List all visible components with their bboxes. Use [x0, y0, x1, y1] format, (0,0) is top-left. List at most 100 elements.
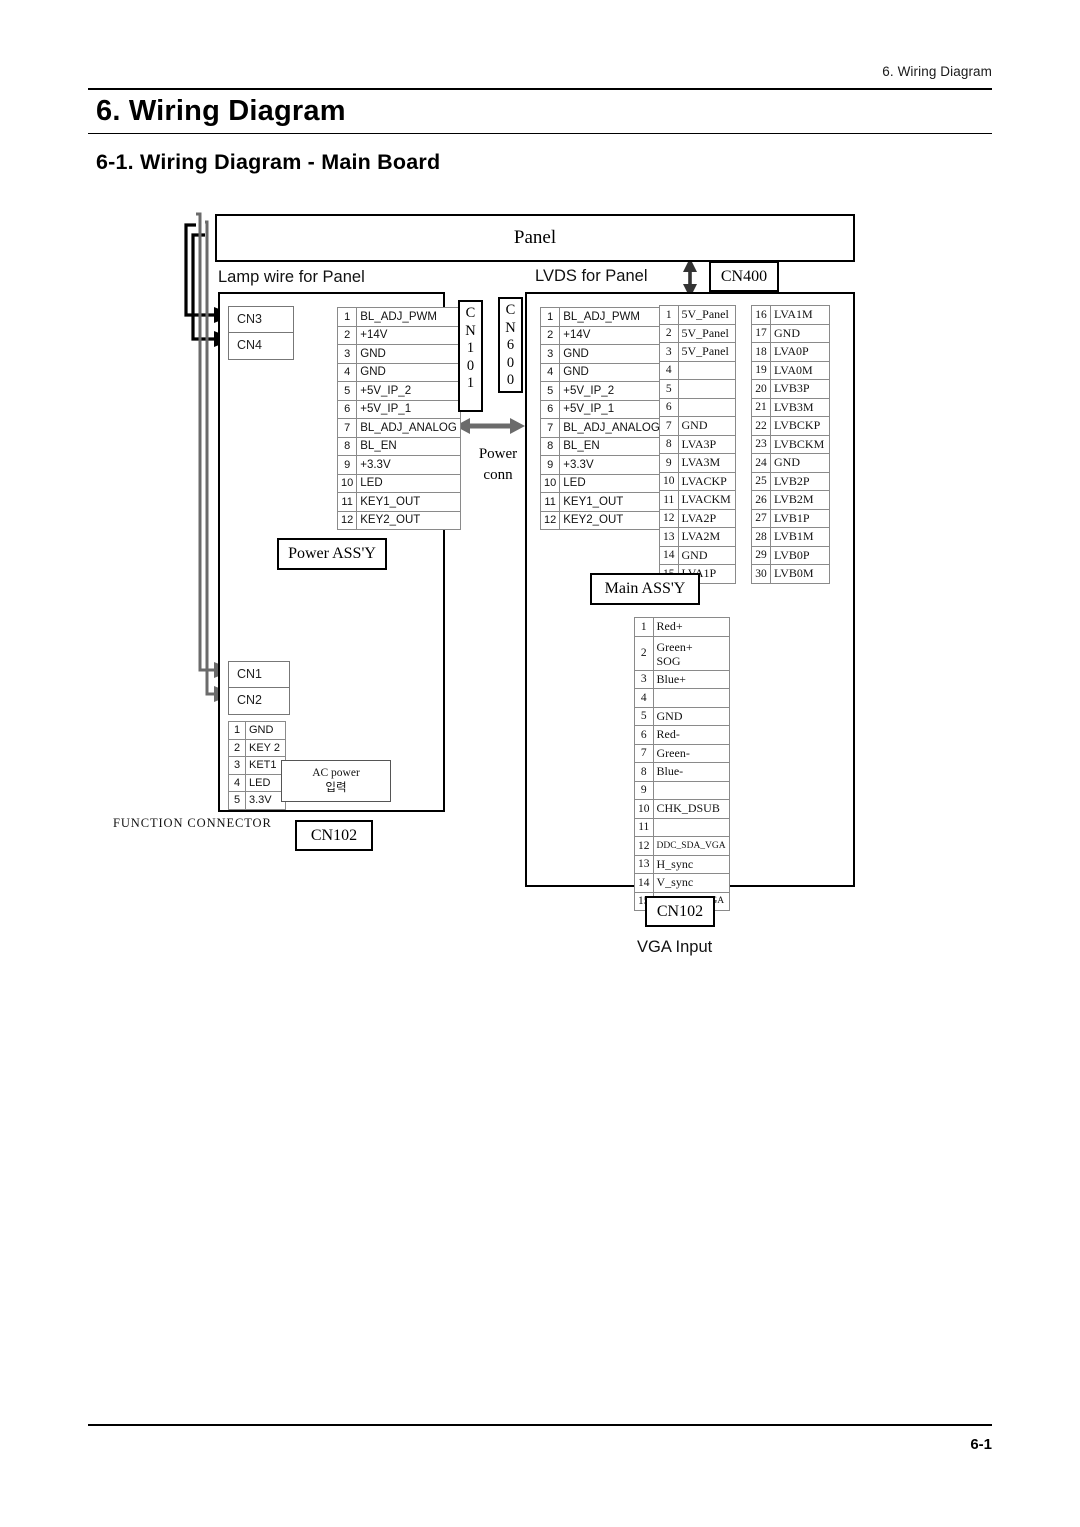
connector-block-cn3-cn4: CN3 CN4: [228, 306, 294, 360]
power-assy-label: Power ASS'Y: [277, 538, 387, 570]
pin-label: KEY2_OUT: [559, 510, 664, 530]
pin-label: GND: [559, 344, 664, 364]
vertical-label-char: C: [505, 302, 516, 318]
pin-label: LVB2P: [770, 471, 830, 491]
pin-row: 26 LVB2M: [751, 490, 830, 510]
pin-label: LVA2P: [677, 508, 736, 528]
pin-label: [677, 397, 736, 417]
vga-pin-table: 1 Red+ 2 Green+ SOG 3 Blue+ 4 5 GND 6 Red- 7 Green- 8 B…: [634, 617, 730, 911]
vertical-label-char: 0: [466, 357, 475, 374]
pin-label: LVA2M: [677, 527, 736, 547]
pin-number: 18: [751, 342, 771, 362]
function-connector-caption: FUNCTION CONNECTOR: [113, 816, 272, 830]
pin-number: 7: [634, 743, 654, 763]
pin-row: 2 5V_Panel: [659, 323, 736, 343]
cn102-left-label-box: CN102: [295, 820, 373, 851]
pin-number: 7: [336, 418, 358, 438]
pin-label: LED: [356, 473, 461, 493]
pin-label: LVBCKP: [770, 416, 830, 436]
pin-number: 3: [634, 669, 654, 689]
pin-number: 1: [336, 307, 358, 327]
pin-number: 14: [659, 545, 679, 565]
pin-number: 2: [659, 323, 679, 343]
pin-number: 9: [336, 455, 358, 475]
pin-number: 12: [336, 510, 358, 530]
pin-row: 1 Red+: [634, 617, 730, 637]
pin-label: BL_ADJ_PWM: [356, 307, 461, 327]
pin-label: LVA1M: [770, 305, 830, 325]
lvds-power-pin-table: 1 BL_ADJ_PWM 2 +14V 3 GND 4 GND 5 +5V_IP_2 6 +5V_IP…: [539, 307, 664, 530]
pin-label: [652, 688, 730, 708]
pin-number: 11: [659, 490, 679, 510]
pin-number: 13: [659, 527, 679, 547]
pin-label: 5V_Panel: [677, 305, 736, 325]
pin-number: 4: [539, 362, 561, 382]
pin-row: 2 +14V: [539, 325, 664, 345]
pin-row: 12 LVA2P: [659, 508, 736, 528]
pin-number: 12: [634, 836, 654, 856]
pin-row: 11 LVACKM: [659, 490, 736, 510]
pin-row: 7 BL_ADJ_ANALOG: [539, 418, 664, 438]
pin-number: 29: [751, 545, 771, 565]
pin-row: 1 5V_Panel: [659, 305, 736, 325]
pin-number: 11: [634, 817, 654, 837]
pin-row: 6: [659, 397, 736, 417]
pin-number: 8: [659, 434, 679, 454]
vertical-label-char: 0: [506, 372, 515, 388]
cn400-label-box: CN400: [709, 261, 779, 292]
pin-number: 5: [336, 381, 358, 401]
pin-label: H_sync: [652, 854, 730, 874]
pin-number: 9: [634, 780, 654, 800]
pin-number: 8: [539, 436, 561, 456]
pin-row: 18 LVA0P: [751, 342, 830, 362]
pin-row: 6 +5V_IP_1: [539, 399, 664, 419]
pin-row: 6 Red-: [634, 725, 730, 745]
panel-box: Panel: [215, 214, 855, 262]
pin-label: LVACKP: [677, 471, 736, 491]
pin-label: LVA3M: [677, 453, 736, 473]
pin-number: 26: [751, 490, 771, 510]
pin-row: 1 BL_ADJ_PWM: [336, 307, 461, 327]
pin-label-line: Green+: [656, 640, 693, 654]
pin-label: +3.3V: [356, 455, 461, 475]
vertical-label-char: 0: [506, 354, 515, 371]
ac-power-box: AC power 입력: [281, 760, 391, 802]
pin-row: 8 BL_EN: [539, 436, 664, 456]
pin-label: LVA0M: [770, 360, 830, 380]
pin-row: 4 GND: [539, 362, 664, 382]
power-conn-label-line1: Power: [478, 446, 518, 462]
pin-number: 2: [228, 738, 246, 757]
pin-number: 5: [539, 381, 561, 401]
pin-number: 6: [659, 397, 679, 417]
vga-input-caption: VGA Input: [637, 938, 713, 956]
pin-row: 4 LED: [228, 773, 286, 792]
pin-row: 8 LVA3P: [659, 434, 736, 454]
pin-row: 24 GND: [751, 453, 830, 473]
pin-label: GND: [559, 362, 664, 382]
pin-number: 3: [659, 342, 679, 362]
pin-number: 25: [751, 471, 771, 491]
pin-label: LVB0M: [770, 564, 830, 584]
pin-label: Blue+: [652, 669, 730, 689]
pin-label: [677, 360, 736, 380]
pin-row: 21 LVB3M: [751, 397, 830, 417]
pin-label: BL_ADJ_PWM: [559, 307, 664, 327]
pin-row: 9: [634, 780, 730, 800]
pin-label: KEY1_OUT: [356, 492, 461, 512]
pin-label: Green+ SOG: [652, 635, 730, 671]
main-assy-label: Main ASS'Y: [590, 573, 700, 605]
pin-row: 29 LVB0P: [751, 545, 830, 565]
pin-number: 3: [336, 344, 358, 364]
pin-number: 20: [751, 379, 771, 399]
pin-row: 4: [659, 360, 736, 380]
pin-label: LVB3P: [770, 379, 830, 399]
pin-row: 10 LED: [539, 473, 664, 493]
pin-row: 12 KEY2_OUT: [539, 510, 664, 530]
pin-row: 7 BL_ADJ_ANALOG: [336, 418, 461, 438]
pin-row: 12 KEY2_OUT: [336, 510, 461, 530]
pin-number: 21: [751, 397, 771, 417]
pin-number: 7: [659, 416, 679, 436]
pin-number: 4: [228, 773, 246, 792]
pin-number: 7: [539, 418, 561, 438]
pin-number: 3: [539, 344, 561, 364]
